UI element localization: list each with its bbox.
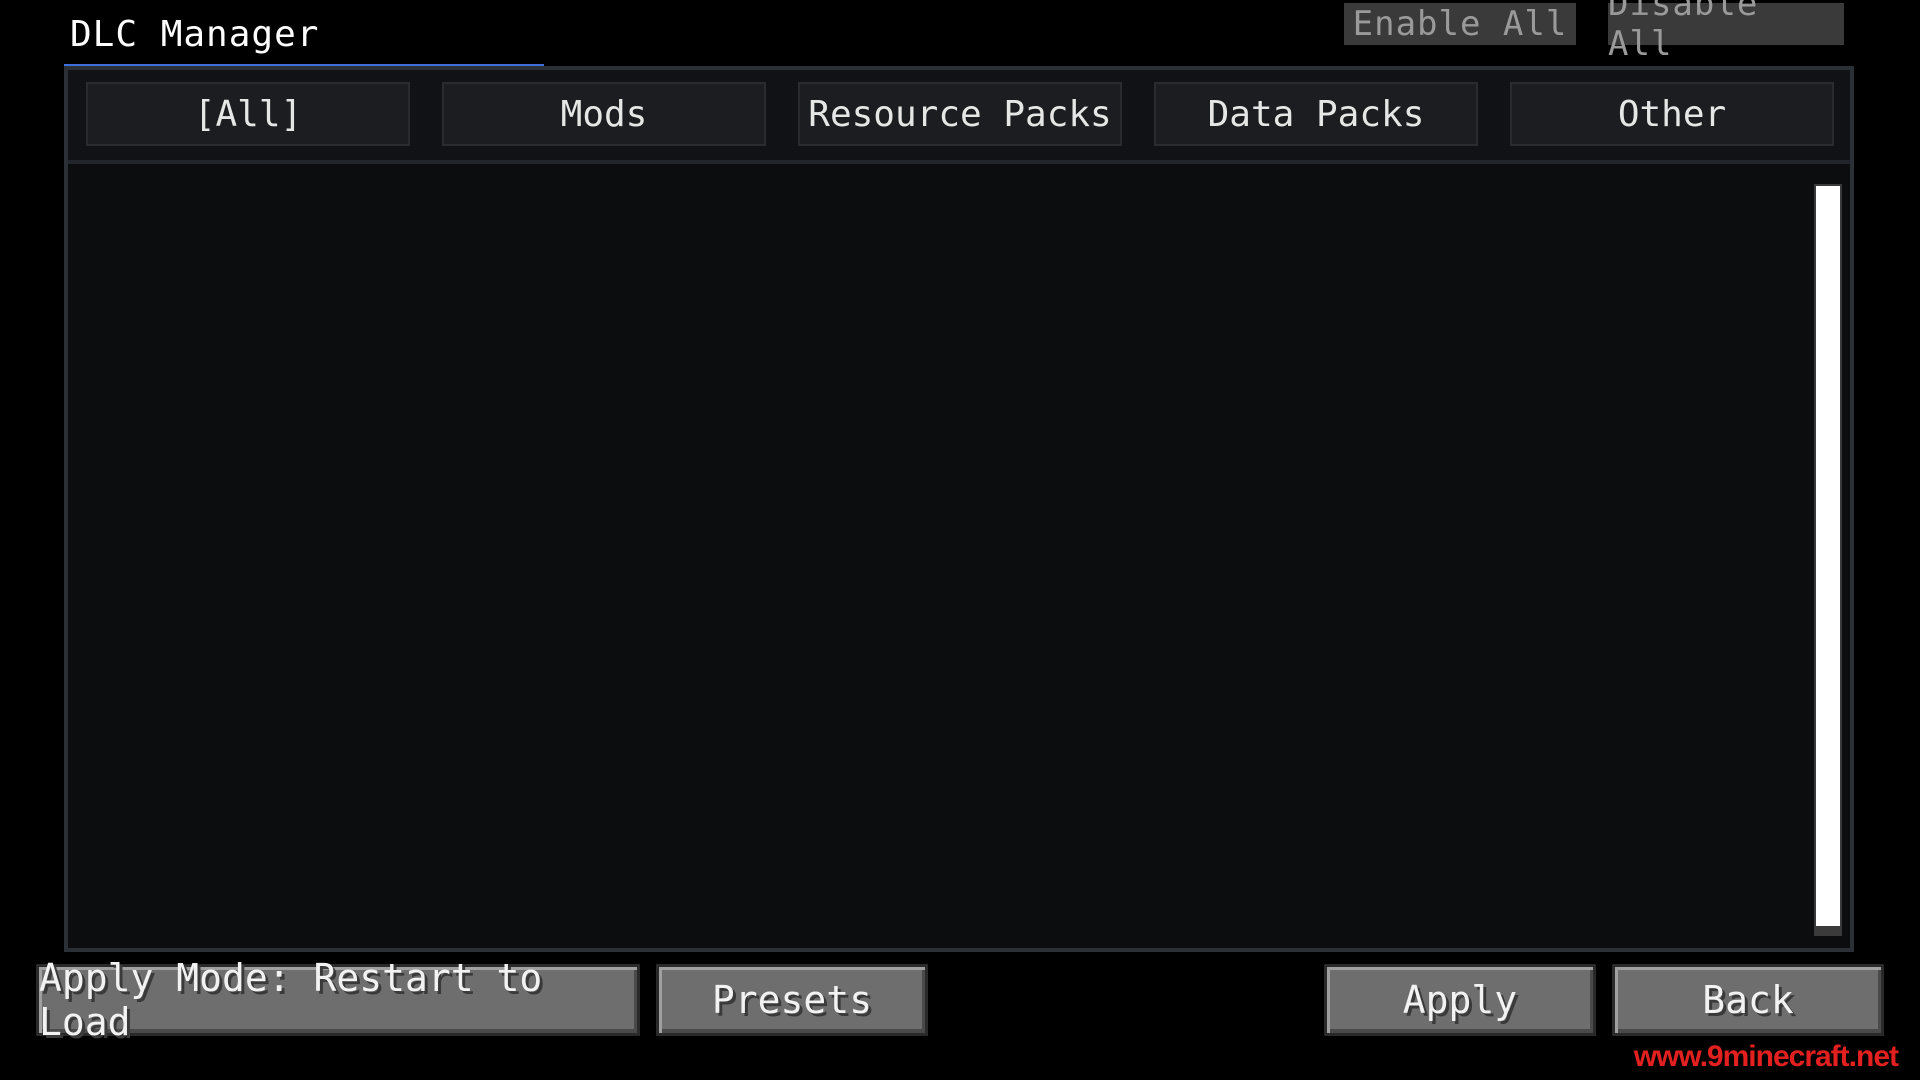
scrollbar-thumb[interactable]	[1816, 186, 1840, 926]
scrollbar[interactable]	[1814, 184, 1842, 936]
tab-bar: [All] Mods Resource Packs Data Packs Oth…	[68, 70, 1850, 164]
apply-button[interactable]: Apply	[1324, 964, 1596, 1036]
tab-resource-packs[interactable]: Resource Packs	[798, 82, 1122, 146]
disable-all-button[interactable]: Disable All	[1608, 0, 1844, 64]
page-title: DLC Manager	[70, 14, 320, 55]
back-button[interactable]: Back	[1612, 964, 1884, 1036]
tab-all[interactable]: [All]	[86, 82, 410, 146]
dlc-list[interactable]	[68, 164, 1850, 948]
dlc-panel: [All] Mods Resource Packs Data Packs Oth…	[64, 66, 1854, 952]
apply-mode-button[interactable]: Apply Mode: Restart to Load	[36, 956, 640, 1044]
tab-data-packs[interactable]: Data Packs	[1154, 82, 1478, 146]
tab-mods[interactable]: Mods	[442, 82, 766, 146]
tab-other[interactable]: Other	[1510, 82, 1834, 146]
enable-all-button[interactable]: Enable All	[1344, 3, 1576, 45]
presets-button[interactable]: Presets	[656, 964, 928, 1036]
watermark: www.9minecraft.net	[1633, 1040, 1899, 1073]
